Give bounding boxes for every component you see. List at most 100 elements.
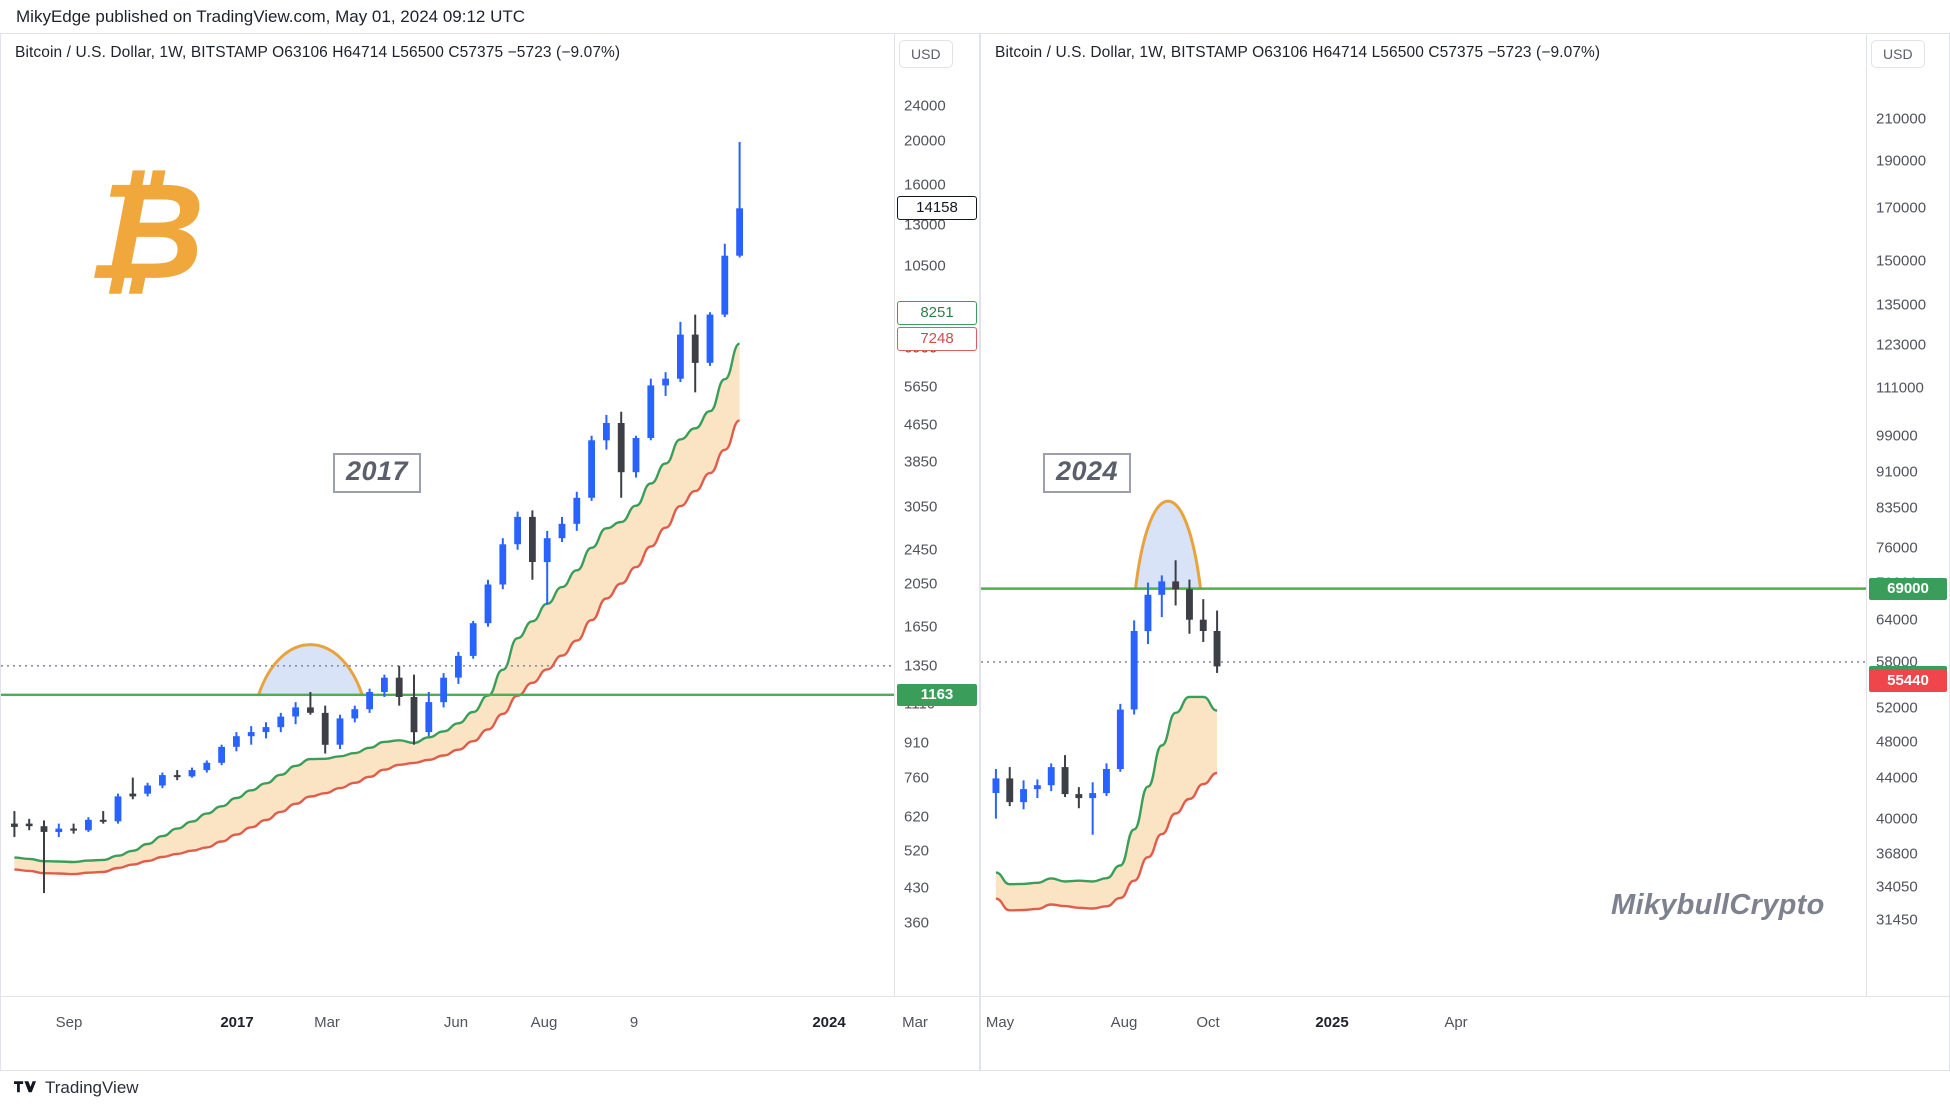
candle-body xyxy=(262,727,270,733)
candle-body xyxy=(351,709,359,719)
price-tick: 64000 xyxy=(1876,611,1918,629)
price-tick: 36800 xyxy=(1876,845,1918,863)
candle-body xyxy=(1116,709,1124,769)
tradingview-brand-label: TradingView xyxy=(45,1078,139,1097)
price-tick: 910 xyxy=(904,734,930,752)
chart-pane-right[interactable]: Bitcoin / U.S. Dollar, 1W, BITSTAMP O631… xyxy=(812,33,1950,1071)
candle-body xyxy=(677,334,684,379)
price-tick: 40000 xyxy=(1876,810,1918,828)
time-tick: 2017 xyxy=(220,1014,254,1031)
candle-body xyxy=(514,516,521,545)
candle-body xyxy=(381,677,388,692)
time-tick: 9 xyxy=(629,1014,639,1031)
candle-body xyxy=(233,736,240,747)
time-tick: 2025 xyxy=(1315,1014,1349,1031)
candle-body xyxy=(173,775,181,778)
price-badge[interactable]: 69000 xyxy=(1869,577,1947,600)
candle-body xyxy=(277,716,285,728)
price-tick: 3850 xyxy=(904,453,938,471)
year-annotation-2024: 2024 xyxy=(1043,453,1132,493)
candle-body xyxy=(144,785,151,794)
time-axis-left[interactable]: Sep 2017 Mar Jun Aug 9 xyxy=(1,996,979,1070)
price-badge[interactable]: 7248 xyxy=(897,326,977,351)
price-tick: 123000 xyxy=(1876,336,1927,354)
candle-body xyxy=(188,770,196,777)
candle-body xyxy=(1047,767,1055,786)
candle-body xyxy=(1158,581,1166,595)
candle-body xyxy=(558,523,566,539)
plot-area-right[interactable]: 2024 MikybullCrypto xyxy=(981,34,1866,996)
price-tick: 16000 xyxy=(904,176,946,193)
candle-body xyxy=(85,819,92,831)
candle-body xyxy=(588,440,595,498)
candle-body xyxy=(99,819,107,822)
candle-body xyxy=(499,544,507,585)
candlestick-svg-right xyxy=(981,499,1866,912)
candle-body xyxy=(617,423,625,473)
candle-body xyxy=(455,655,462,678)
time-tick: Mar xyxy=(314,1014,340,1031)
price-tick: 83500 xyxy=(1876,499,1918,517)
price-tick: 150000 xyxy=(1876,252,1927,270)
publisher-text: MikyEdge published on TradingView.com, M… xyxy=(16,6,526,26)
candle-body xyxy=(706,314,714,363)
price-axis-right[interactable]: 210000 190000 170000 150000 135000 123000 1110… xyxy=(1866,34,1949,996)
price-tick: 34050 xyxy=(1876,878,1918,896)
time-tick: Aug xyxy=(1110,1014,1138,1031)
price-tick: 620 xyxy=(904,808,930,826)
price-tick: 1650 xyxy=(904,618,938,636)
bitcoin-icon: ₿ xyxy=(86,153,205,310)
rounded-top-fill xyxy=(1135,501,1201,589)
price-tick: 99000 xyxy=(1876,427,1918,445)
time-axis-right[interactable]: 2024 Mar May Aug Oct 2025 Apr xyxy=(812,996,1949,1070)
price-tick: 170000 xyxy=(1876,199,1927,217)
chart-pane-left[interactable]: Bitcoin / U.S. Dollar, 1W, BITSTAMP O631… xyxy=(0,33,980,1071)
candle-body xyxy=(1020,789,1027,803)
candle-body xyxy=(484,584,492,624)
price-badge[interactable]: 1163 xyxy=(897,683,977,706)
candle-body xyxy=(469,623,477,656)
price-tick: 52000 xyxy=(1876,699,1918,717)
candle-body xyxy=(1144,594,1152,632)
candle-body xyxy=(1033,785,1041,790)
price-tick: 48000 xyxy=(1876,733,1918,751)
candle-body xyxy=(203,762,211,771)
price-tick: 111000 xyxy=(1876,379,1924,397)
price-tick: 2050 xyxy=(904,575,938,593)
price-badge[interactable]: 8251 xyxy=(897,301,977,326)
candle-body xyxy=(1199,619,1207,631)
candle-body xyxy=(114,796,122,822)
candle-body xyxy=(691,334,699,363)
price-tick: 1350 xyxy=(904,657,938,675)
price-tick: 3050 xyxy=(904,498,938,516)
candle-body xyxy=(1172,581,1180,590)
price-tick: 360 xyxy=(904,914,930,932)
time-tick: Jun xyxy=(443,1014,469,1031)
candle-body xyxy=(1006,778,1014,803)
candle-body xyxy=(321,712,329,745)
candle-body xyxy=(1061,767,1069,795)
time-tick: May xyxy=(985,1014,1015,1031)
publisher-bar: MikyEdge published on TradingView.com, M… xyxy=(0,0,1950,33)
candle-body xyxy=(1213,631,1221,667)
time-tick: Aug xyxy=(530,1014,558,1031)
candle-body xyxy=(603,423,610,441)
candle-body xyxy=(721,255,729,315)
price-tick: 10500 xyxy=(904,257,946,275)
plot-area-left[interactable]: ₿ 2017 xyxy=(1,34,894,996)
price-badge[interactable]: 55440 xyxy=(1869,669,1947,692)
candle-body xyxy=(529,516,536,562)
candle-body xyxy=(992,778,1000,793)
candle-body xyxy=(573,497,581,524)
price-axis-left[interactable]: 2400020000160001300010500850069005650465… xyxy=(894,34,979,996)
rounded-top-fill xyxy=(258,644,363,695)
tradingview-logo-icon xyxy=(14,1081,36,1093)
candle-body xyxy=(425,702,433,733)
price-badge[interactable]: 14158 xyxy=(897,196,977,221)
candle-body xyxy=(736,208,743,256)
candle-body xyxy=(247,732,255,737)
time-tick: 2024 xyxy=(812,1014,846,1031)
candle-body xyxy=(40,826,48,832)
ema-ribbon-fill xyxy=(14,343,740,875)
time-tick: Oct xyxy=(1196,1014,1220,1031)
